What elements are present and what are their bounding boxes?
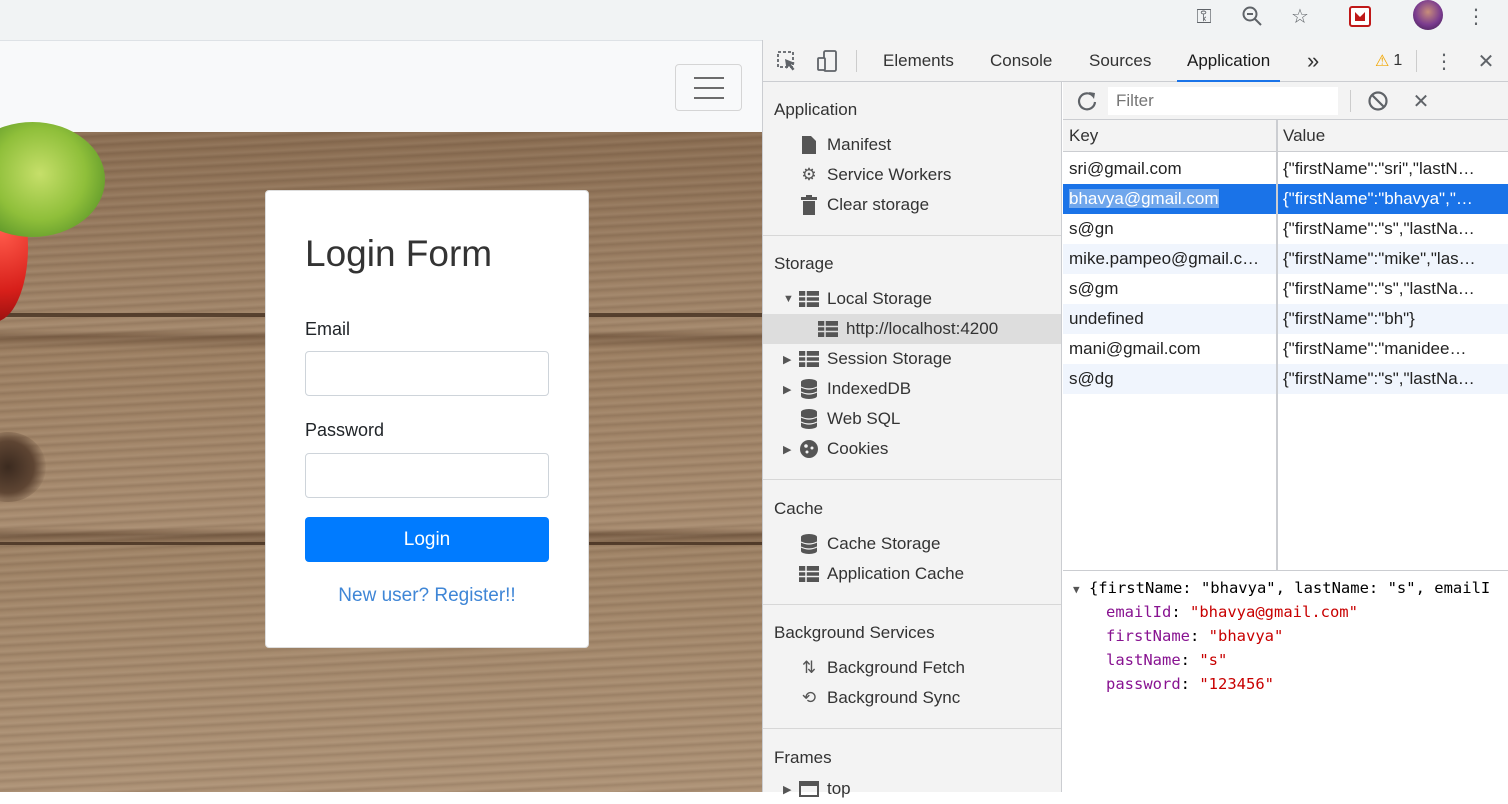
up-down-arrows-icon: ⇅ [801,658,817,677]
password-label: Password [305,420,385,440]
cookie-icon [799,439,819,459]
sidebar-item-localhost-4200[interactable]: http://localhost:4200 [763,314,1061,344]
extension-icon[interactable] [1346,2,1374,30]
key-icon[interactable]: ⚿ [1190,2,1218,30]
device-toolbar-icon[interactable] [815,49,839,73]
table-row[interactable]: s@gm {"firstName":"s","lastNa… [1063,274,1508,304]
sidebar-item-background-fetch[interactable]: ⇅ Background Fetch [763,653,1061,683]
local-storage-view: ✕ Key Value sri@gmail.com {"firstName":"… [1063,82,1508,792]
sidebar-item-frames-top[interactable]: ▶ top [763,774,1061,804]
table-row[interactable]: sri@gmail.com {"firstName":"sri","lastN… [1063,154,1508,184]
tab-console[interactable]: Console [990,40,1052,82]
trash-icon [799,195,819,215]
chrome-menu-icon[interactable]: ⋮ [1462,2,1490,30]
storage-toolbar: ✕ [1063,82,1508,120]
tab-sources[interactable]: Sources [1089,40,1151,82]
login-card: Login Form Email Password Login New user… [265,190,589,648]
sidebar-item-service-workers[interactable]: ⚙ Service Workers [763,160,1061,190]
sidebar-item-local-storage[interactable]: ▼ Local Storage [763,284,1061,314]
table-icon [818,319,838,339]
sidebar-item-session-storage[interactable]: ▶ Session Storage [763,344,1061,374]
section-application: Application [774,100,858,119]
section-storage: Storage [774,254,834,273]
document-icon [799,135,819,155]
preview-prop-lastname: lastName: "s" [1106,651,1228,669]
bookmark-star-icon[interactable]: ☆ [1286,2,1314,30]
value-preview-pane: ▼ {firstName: "bhavya", lastName: "s", e… [1063,570,1508,792]
register-link[interactable]: New user? Register!! [266,585,588,607]
preview-prop-emailid: emailId: "bhavya@gmail.com" [1106,603,1358,621]
email-label: Email [305,319,351,339]
cabbage-image [0,122,105,237]
gear-icon: ⚙ [801,165,817,184]
sidebar-item-indexeddb[interactable]: ▶ IndexedDB [763,374,1061,404]
wood-knot [0,432,46,502]
sync-icon: ⟲ [801,688,817,707]
preview-prop-password: password: "123456" [1106,675,1274,693]
column-header-value[interactable]: Value [1283,126,1325,146]
hamburger-icon [694,77,724,79]
login-title: Login Form [305,233,493,274]
table-header: Key Value [1063,120,1508,152]
sidebar-item-manifest[interactable]: Manifest [763,130,1061,160]
preview-summary[interactable]: ▼ {firstName: "bhavya", lastName: "s", e… [1073,579,1490,597]
collapsed-arrow-icon: ▶ [783,783,792,796]
address-bar[interactable] [0,0,1328,32]
table-row[interactable]: undefined {"firstName":"bh"} [1063,304,1508,334]
database-icon [799,534,819,554]
web-page: Login Form Email Password Login New user… [0,40,762,792]
section-background-services: Background Services [774,623,935,642]
password-field[interactable] [305,453,549,498]
clear-all-icon[interactable] [1367,90,1391,114]
sidebar-item-cache-storage[interactable]: Cache Storage [763,529,1061,559]
more-tabs-button[interactable]: » [1307,40,1319,82]
table-row[interactable]: s@dg {"firstName":"s","lastNa… [1063,364,1508,394]
table-icon [799,564,819,584]
table-row[interactable]: mani@gmail.com {"firstName":"manidee… [1063,334,1508,364]
expanded-arrow-icon: ▼ [1073,583,1080,596]
sidebar-item-background-sync[interactable]: ⟲ Background Sync [763,683,1061,713]
profile-avatar[interactable] [1412,0,1444,31]
sidebar-item-clear-storage[interactable]: Clear storage [763,190,1061,220]
collapsed-arrow-icon: ▶ [783,353,792,366]
devtools-tabbar: Elements Console Sources Application » ⚠… [763,40,1508,82]
collapsed-arrow-icon: ▶ [783,443,792,456]
filter-input[interactable] [1108,87,1338,115]
sidebar-item-websql[interactable]: Web SQL [763,404,1061,434]
sidebar-item-cookies[interactable]: ▶ Cookies [763,434,1061,464]
devtools-panel: Elements Console Sources Application » ⚠… [762,40,1508,798]
delete-selected-icon[interactable]: ✕ [1409,89,1433,113]
table-row[interactable]: bhavya@gmail.com {"firstName":"bhavya","… [1063,184,1508,214]
refresh-icon[interactable] [1075,89,1099,113]
login-button[interactable]: Login [305,517,549,562]
preview-prop-firstname: firstName: "bhavya" [1106,627,1284,645]
tab-application[interactable]: Application [1176,40,1281,82]
devtools-menu-icon[interactable]: ⋮ [1432,49,1456,73]
close-devtools-icon[interactable]: ✕ [1474,49,1498,73]
application-sidebar: Application Manifest ⚙ Service Workers C… [763,82,1062,798]
section-cache: Cache [774,499,824,518]
table-icon [799,289,819,309]
table-row[interactable]: mike.pampeo@gmail.c… {"firstName":"mike"… [1063,244,1508,274]
frame-icon [799,779,819,799]
database-icon [799,379,819,399]
expanded-arrow-icon: ▼ [783,293,794,305]
section-frames: Frames [774,748,832,767]
warning-icon: ⚠ [1375,53,1390,70]
warnings-badge[interactable]: ⚠ 1 [1375,51,1402,71]
table-icon [799,349,819,369]
column-resizer[interactable] [1276,120,1278,570]
collapsed-arrow-icon: ▶ [783,383,792,396]
navbar-toggler-button[interactable] [675,64,742,111]
zoom-icon[interactable] [1238,2,1266,30]
sidebar-item-application-cache[interactable]: Application Cache [763,559,1061,589]
browser-toolbar: ⚿ ☆ ⋮ [0,0,1508,40]
database-icon [799,409,819,429]
column-header-key[interactable]: Key [1069,126,1098,146]
table-row[interactable]: s@gn {"firstName":"s","lastNa… [1063,214,1508,244]
navbar [0,40,762,132]
email-field[interactable] [305,351,549,396]
tab-elements[interactable]: Elements [883,40,954,82]
inspect-element-icon[interactable] [775,49,799,73]
